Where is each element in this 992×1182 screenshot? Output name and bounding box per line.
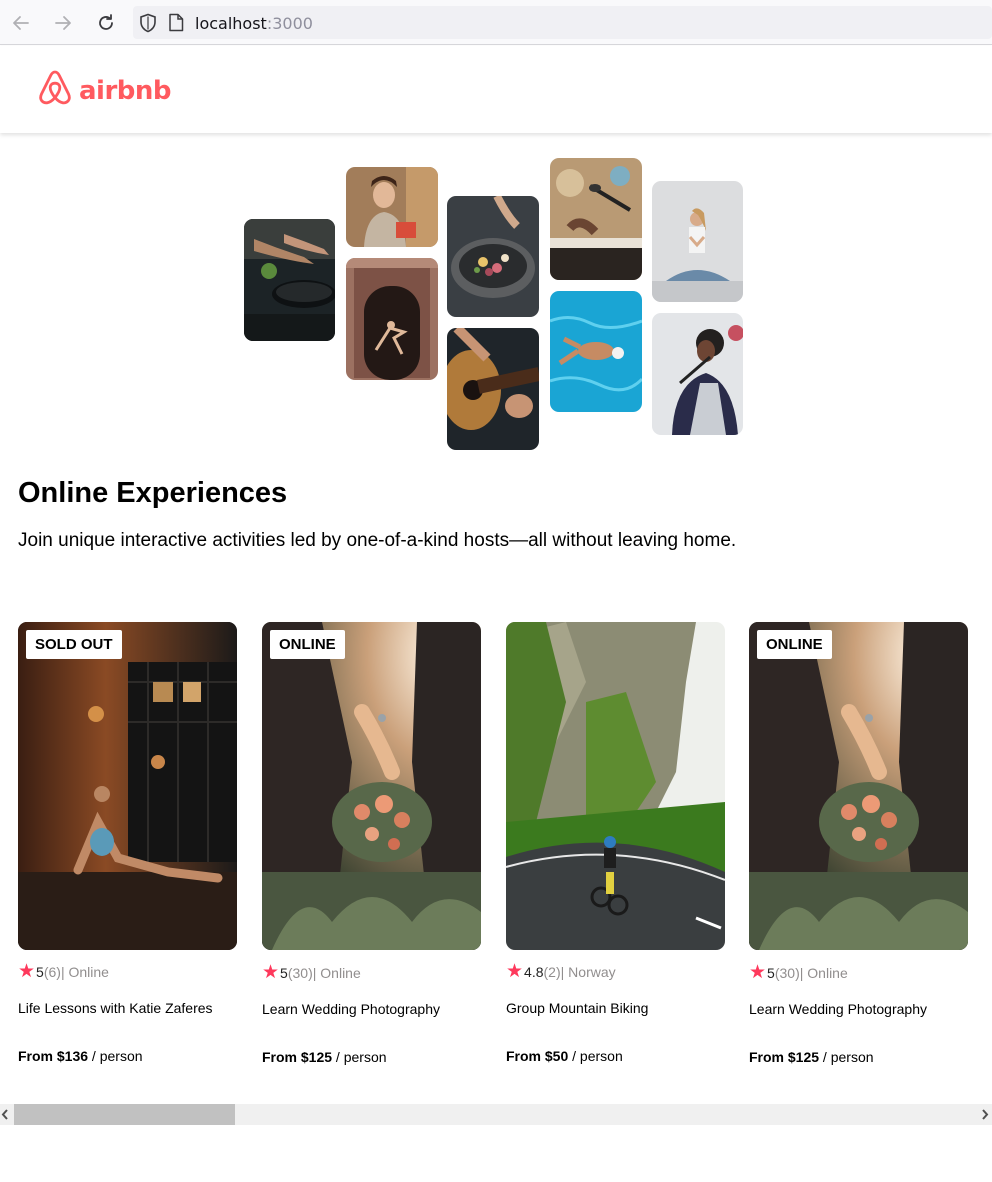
url-text: localhost:3000 [195, 14, 313, 33]
card-title: Learn Wedding Photography [262, 1001, 440, 1017]
site-header: airbnb [0, 46, 992, 133]
hero-photo-yoga [652, 181, 743, 302]
reload-icon[interactable] [93, 10, 119, 36]
review-count: (30) [287, 964, 313, 981]
price-amount: From $136 [18, 1048, 89, 1064]
scroll-right-arrow-icon[interactable] [980, 1107, 990, 1122]
card-price: From $125 / person [262, 1049, 387, 1065]
experience-card[interactable]: SOLD OUT ★ 5 (6) | Online Life Lessons wit… [18, 622, 237, 1064]
page-icon [168, 13, 184, 37]
card-price: From $136 / person [18, 1048, 143, 1064]
review-count: (2) [543, 963, 561, 980]
experience-card[interactable]: ★ 4.8 (2) | Norway Group Mountain Biking F… [506, 622, 725, 1064]
rating-value: 5 [36, 963, 44, 980]
address-bar[interactable]: localhost:3000 [133, 6, 992, 39]
price-amount: From $50 [506, 1048, 569, 1064]
card-title: Life Lessons with Katie Zaferes [18, 1000, 213, 1016]
card-location: | Norway [560, 963, 616, 980]
star-icon: ★ [506, 961, 524, 982]
card-rating: ★ 4.8 (2) | Norway [506, 962, 616, 981]
card-location: | Online [799, 964, 848, 981]
card-title: Group Mountain Biking [506, 1000, 649, 1016]
card-rating: ★ 5 (6) | Online [18, 962, 109, 981]
hero-photo-singer [652, 313, 743, 435]
status-badge: ONLINE [270, 630, 345, 659]
card-image-mountain-biking [506, 622, 725, 950]
page-subtitle: Join unique interactive activities led b… [18, 530, 737, 551]
price-amount: From $125 [749, 1049, 820, 1065]
price-unit: / person [88, 1048, 143, 1064]
card-location: | Online [60, 963, 109, 980]
card-location: | Online [312, 964, 361, 981]
hero-photo-guitar [447, 328, 539, 450]
price-unit: / person [332, 1049, 387, 1065]
hero-photo-cooking [244, 219, 335, 341]
url-port: :3000 [266, 14, 313, 33]
star-icon: ★ [749, 962, 767, 983]
logo-text: airbnb [79, 75, 172, 106]
experience-card[interactable]: ONLINE ★ 5 (30) | Online Learn Wedding Pho… [262, 622, 481, 1065]
airbnb-belo-icon [37, 69, 73, 112]
experience-card-list: SOLD OUT ★ 5 (6) | Online Life Lessons wit… [0, 622, 992, 1092]
star-icon: ★ [18, 961, 36, 982]
card-rating: ★ 5 (30) | Online [749, 963, 848, 982]
status-badge: ONLINE [757, 630, 832, 659]
scroll-left-arrow-icon[interactable] [0, 1107, 10, 1122]
hero-photo-woman-smiling [346, 167, 438, 247]
card-title: Learn Wedding Photography [749, 1001, 927, 1017]
price-unit: / person [819, 1049, 874, 1065]
experience-card[interactable]: ONLINE ★ 5 (30) | Online Learn Wedding Pho… [749, 622, 968, 1065]
card-image-wedding-bouquet: ONLINE [262, 622, 481, 950]
browser-toolbar: localhost:3000 [0, 0, 992, 45]
hero-photo-dancer [346, 258, 438, 380]
rating-value: 4.8 [524, 963, 544, 980]
price-amount: From $125 [262, 1049, 333, 1065]
review-count: (6) [43, 963, 61, 980]
url-host: localhost [195, 14, 267, 33]
star-icon: ★ [262, 962, 280, 983]
card-price: From $125 / person [749, 1049, 874, 1065]
card-rating: ★ 5 (30) | Online [262, 963, 361, 982]
rating-value: 5 [767, 964, 775, 981]
card-price: From $50 / person [506, 1048, 623, 1064]
back-arrow-icon[interactable] [8, 10, 34, 36]
status-badge: SOLD OUT [26, 630, 122, 659]
hero-photo-piano-mic [550, 158, 642, 280]
forward-arrow-icon[interactable] [50, 10, 76, 36]
page-title: Online Experiences [18, 477, 288, 509]
card-image-wedding-bouquet: ONLINE [749, 622, 968, 950]
shield-icon[interactable] [139, 13, 157, 38]
hero-photo-swimmer [550, 291, 642, 412]
rating-value: 5 [280, 964, 288, 981]
price-unit: / person [568, 1048, 623, 1064]
logo[interactable]: airbnb [37, 69, 172, 112]
review-count: (30) [774, 964, 800, 981]
card-image-swimmer-sitting: SOLD OUT [18, 622, 237, 950]
hero-photo-food-bowl [447, 196, 539, 317]
horizontal-scrollbar[interactable] [0, 1104, 992, 1125]
scrollbar-thumb[interactable] [14, 1104, 235, 1125]
